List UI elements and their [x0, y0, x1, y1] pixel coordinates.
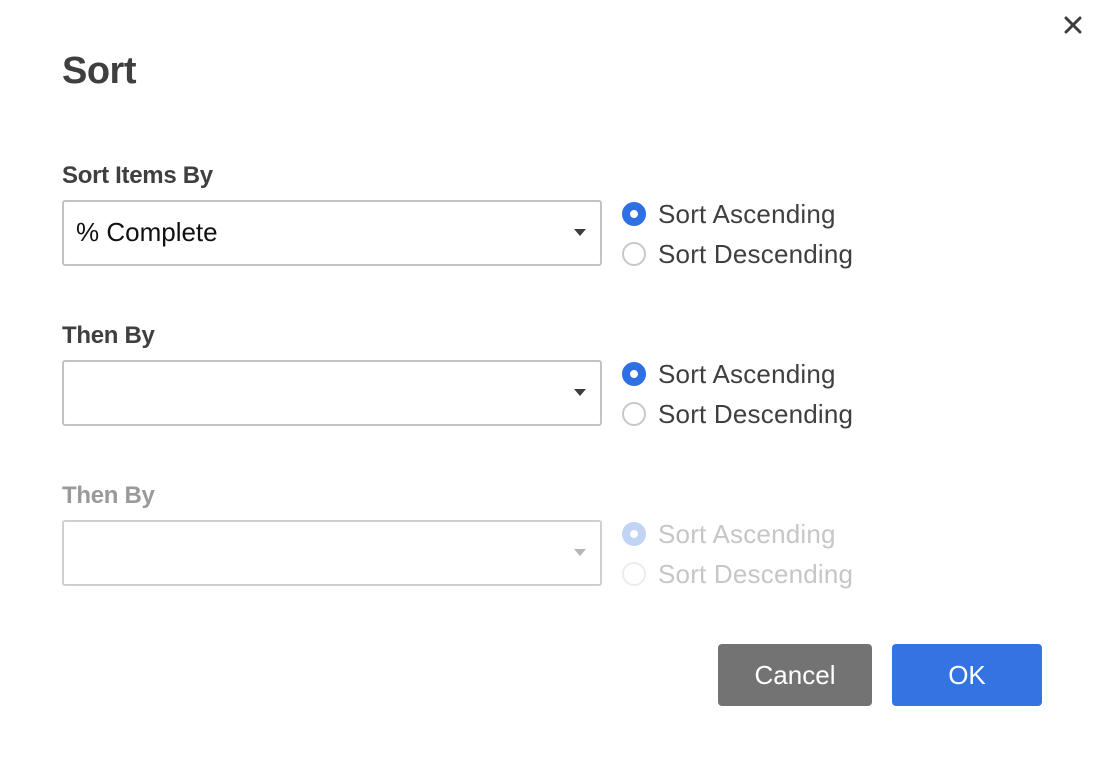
- section-label: Then By: [62, 322, 155, 349]
- section-label: Then By: [62, 482, 155, 509]
- radio-label: Sort Descending: [658, 238, 854, 269]
- radio-button: [622, 562, 646, 586]
- sort-direction-group: Sort Ascending Sort Descending: [622, 514, 853, 594]
- sort-section-secondary: Then By Sort Ascending Sort Descending: [62, 322, 962, 432]
- caret-down-icon: [574, 389, 586, 396]
- sort-ascending-radio: Sort Ascending: [622, 514, 853, 554]
- radio-button: [622, 522, 646, 546]
- radio-label: Sort Descending: [658, 398, 854, 429]
- sort-ascending-radio[interactable]: Sort Ascending: [622, 354, 853, 394]
- sort-descending-radio[interactable]: Sort Descending: [622, 394, 853, 434]
- radio-label: Sort Ascending: [658, 198, 836, 229]
- select-value: % Complete: [76, 217, 218, 247]
- sort-direction-group: Sort Ascending Sort Descending: [622, 194, 853, 274]
- sort-descending-radio: Sort Descending: [622, 554, 853, 594]
- close-icon: [1064, 16, 1082, 34]
- then-by-select-disabled: [62, 520, 602, 586]
- sort-ascending-radio[interactable]: Sort Ascending: [622, 194, 853, 234]
- radio-label: Sort Ascending: [658, 518, 836, 549]
- sort-section-tertiary: Then By Sort Ascending Sort Descending: [62, 482, 962, 592]
- caret-down-icon: [574, 549, 586, 556]
- section-label: Sort Items By: [62, 162, 213, 189]
- radio-button[interactable]: [622, 242, 646, 266]
- then-by-select[interactable]: [62, 360, 602, 426]
- sort-descending-radio[interactable]: Sort Descending: [622, 234, 853, 274]
- radio-label: Sort Descending: [658, 558, 854, 589]
- dialog-title: Sort: [62, 50, 137, 92]
- sort-section-primary: Sort Items By % Complete Sort Ascending …: [62, 162, 962, 272]
- radio-button[interactable]: [622, 202, 646, 226]
- radio-button[interactable]: [622, 402, 646, 426]
- caret-down-icon: [574, 229, 586, 236]
- cancel-button[interactable]: Cancel: [718, 644, 872, 706]
- sort-direction-group: Sort Ascending Sort Descending: [622, 354, 853, 434]
- close-button[interactable]: [1060, 12, 1086, 38]
- radio-label: Sort Ascending: [658, 358, 836, 389]
- ok-button[interactable]: OK: [892, 644, 1042, 706]
- radio-button[interactable]: [622, 362, 646, 386]
- sort-field-select[interactable]: % Complete: [62, 200, 602, 266]
